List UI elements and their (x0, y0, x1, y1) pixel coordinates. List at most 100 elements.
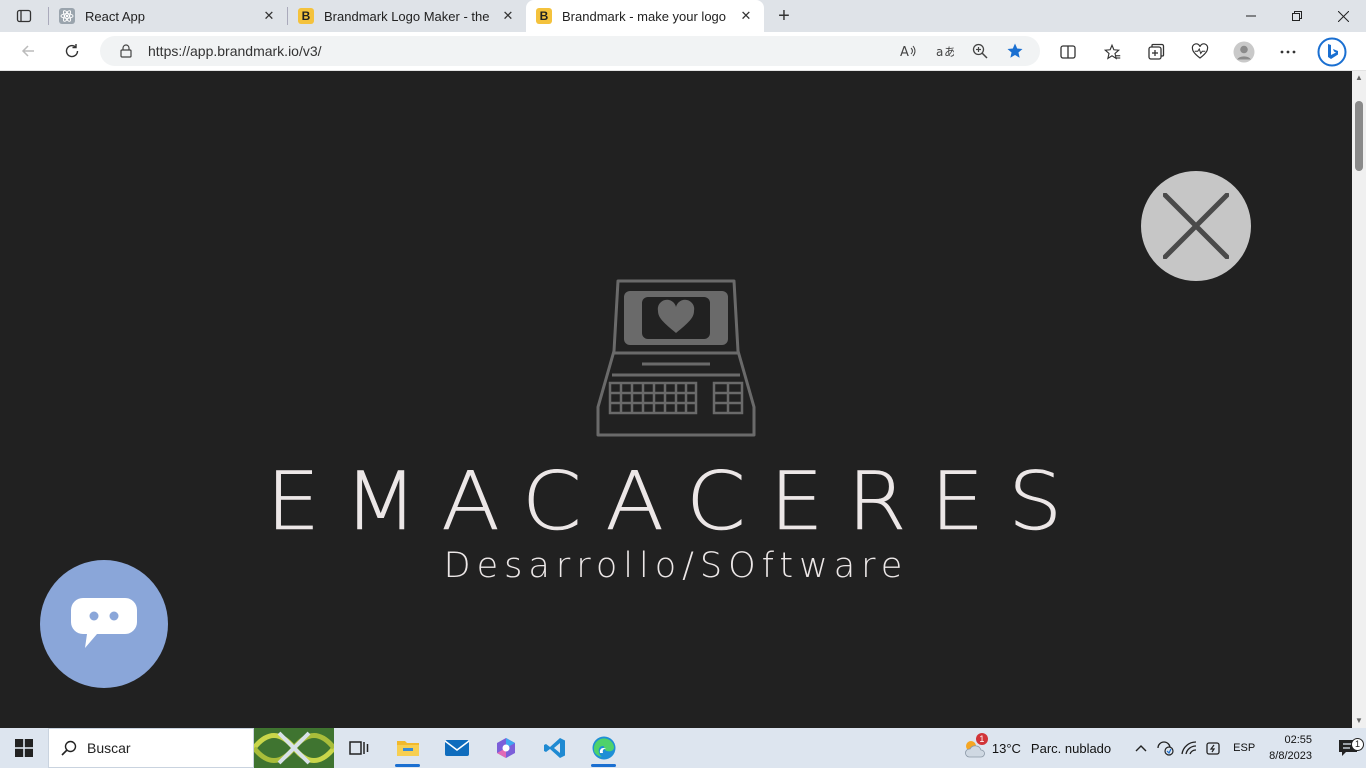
avatar-icon (1233, 41, 1255, 62)
tab-react-app[interactable]: React App ✕ (49, 0, 287, 32)
svg-text:a: a (936, 45, 943, 59)
zoom-icon[interactable] (972, 43, 988, 59)
address-bar[interactable]: https://app.brandmark.io/v3/ A aあ (100, 36, 1040, 66)
collections-button[interactable] (1136, 36, 1176, 68)
brand-name-text: EMACACERES (266, 459, 1086, 539)
copilot-app-button[interactable] (481, 728, 530, 768)
browser-toolbar: https://app.brandmark.io/v3/ A aあ (0, 32, 1366, 71)
react-icon (59, 8, 75, 24)
close-window-button[interactable] (1320, 0, 1366, 32)
favorites-button[interactable] (1092, 36, 1132, 68)
split-screen-icon (1060, 44, 1076, 59)
battery-power-button[interactable] (1201, 740, 1225, 756)
toolbar-right (1048, 32, 1352, 71)
power-plug-icon (1206, 742, 1220, 755)
windows-taskbar: Buscar 1 13°C Parc. nublado ESP 02:55 8/… (0, 728, 1366, 768)
page-scrollbar[interactable]: ▲ ▼ (1352, 71, 1366, 728)
brand-name: EMACACERES (266, 459, 1086, 539)
tab-close-icon[interactable]: ✕ (261, 8, 277, 24)
taskbar-search-box[interactable]: Buscar (48, 728, 254, 768)
window-controls (1228, 0, 1366, 32)
brandmark-favicon-icon: B (536, 8, 552, 24)
translate-icon[interactable]: aあ (936, 43, 954, 59)
wifi-button[interactable] (1177, 741, 1201, 755)
notification-count-badge: 1 (1351, 738, 1364, 751)
network-status-button[interactable] (1153, 740, 1177, 756)
back-button[interactable] (8, 35, 48, 67)
scroll-up-arrow-icon[interactable]: ▲ (1355, 74, 1363, 82)
weather-temp: 13°C (991, 740, 1021, 756)
task-view-button[interactable] (334, 728, 383, 768)
clock[interactable]: 02:55 8/8/2023 (1269, 732, 1312, 764)
favorite-star-icon[interactable] (1006, 42, 1024, 60)
svg-text:あ: あ (944, 45, 954, 59)
tagline: Desarrollo/SOftware (443, 546, 909, 586)
computer-heart-logo-icon (596, 279, 756, 437)
brandmark-favicon-icon: B (298, 8, 314, 24)
weather-alert-badge: 1 (975, 733, 988, 745)
refresh-icon (65, 44, 79, 58)
tab-close-icon[interactable]: ✕ (738, 8, 754, 24)
tab-close-icon[interactable]: ✕ (500, 8, 516, 24)
system-tray: 1 13°C Parc. nublado ESP 02:55 8/8/2023 … (962, 728, 1366, 768)
close-preview-button[interactable] (1141, 171, 1251, 281)
chat-icon (71, 598, 137, 648)
favorites-icon (1103, 43, 1121, 60)
edge-icon (592, 736, 615, 760)
vscode-icon (543, 738, 565, 758)
search-icon (61, 740, 77, 756)
clock-time: 02:55 (1284, 734, 1312, 746)
task-view-icon (348, 741, 368, 755)
tab-brandmark-active[interactable]: B Brandmark - make your logo in m ✕ (526, 0, 764, 32)
minimize-button[interactable] (1228, 0, 1274, 32)
tab-title: Brandmark - make your logo in m (562, 8, 730, 24)
edge-browser-button[interactable] (579, 728, 628, 768)
chat-button[interactable] (40, 560, 168, 688)
address-bar-icons: A aあ (900, 42, 1024, 60)
weather-desc: Parc. nublado (1030, 740, 1112, 756)
notification-center-button[interactable]: 1 (1330, 738, 1366, 757)
clock-date: 8/8/2023 (1269, 750, 1312, 762)
scrollbar-thumb[interactable] (1355, 101, 1363, 171)
mail-icon (444, 740, 469, 756)
tab-actions-icon (16, 9, 32, 23)
profile-button[interactable] (1224, 36, 1264, 68)
close-window-icon (1337, 10, 1349, 22)
close-icon (1163, 193, 1229, 259)
weather-widget[interactable]: 1 13°C Parc. nublado (962, 733, 1112, 759)
start-button[interactable] (0, 728, 48, 768)
page-viewport: EMACACERES Desarrollo/SOftware (0, 71, 1352, 728)
tab-brandmark-logo-maker[interactable]: B Brandmark Logo Maker - the mo ✕ (288, 0, 526, 32)
lock-icon[interactable] (118, 44, 134, 58)
search-highlight-image[interactable] (254, 728, 334, 768)
more-menu-button[interactable] (1268, 36, 1308, 68)
new-tab-button[interactable]: + (768, 0, 800, 32)
vpn-network-icon (1157, 741, 1174, 756)
bing-icon (1317, 37, 1347, 66)
search-label: Buscar (87, 740, 131, 756)
refresh-button[interactable] (52, 35, 92, 67)
bing-copilot-button[interactable] (1312, 36, 1352, 68)
show-hidden-icons-button[interactable] (1129, 744, 1153, 752)
back-arrow-icon (21, 45, 34, 57)
minimize-icon (1246, 15, 1256, 17)
tab-bar: React App ✕ B Brandmark Logo Maker - the… (0, 0, 1366, 32)
tab-title: React App (85, 8, 145, 24)
vscode-button[interactable] (530, 728, 579, 768)
performance-button[interactable] (1180, 36, 1220, 68)
chevron-up-icon (1135, 745, 1147, 752)
copilot-icon (496, 738, 515, 758)
windows-logo-icon (15, 739, 33, 757)
restore-button[interactable] (1274, 0, 1320, 32)
scroll-down-arrow-icon[interactable]: ▼ (1355, 717, 1363, 725)
tab-actions-button[interactable] (0, 0, 48, 32)
heart-pulse-icon (1191, 42, 1209, 59)
svg-text:A: A (900, 45, 909, 59)
split-screen-button[interactable] (1048, 36, 1088, 68)
url-text[interactable]: https://app.brandmark.io/v3/ (148, 43, 900, 59)
file-explorer-button[interactable] (383, 728, 432, 768)
wifi-icon (1181, 741, 1197, 755)
input-language[interactable]: ESP (1233, 742, 1255, 754)
read-aloud-icon[interactable]: A (900, 43, 918, 59)
mail-button[interactable] (432, 728, 481, 768)
